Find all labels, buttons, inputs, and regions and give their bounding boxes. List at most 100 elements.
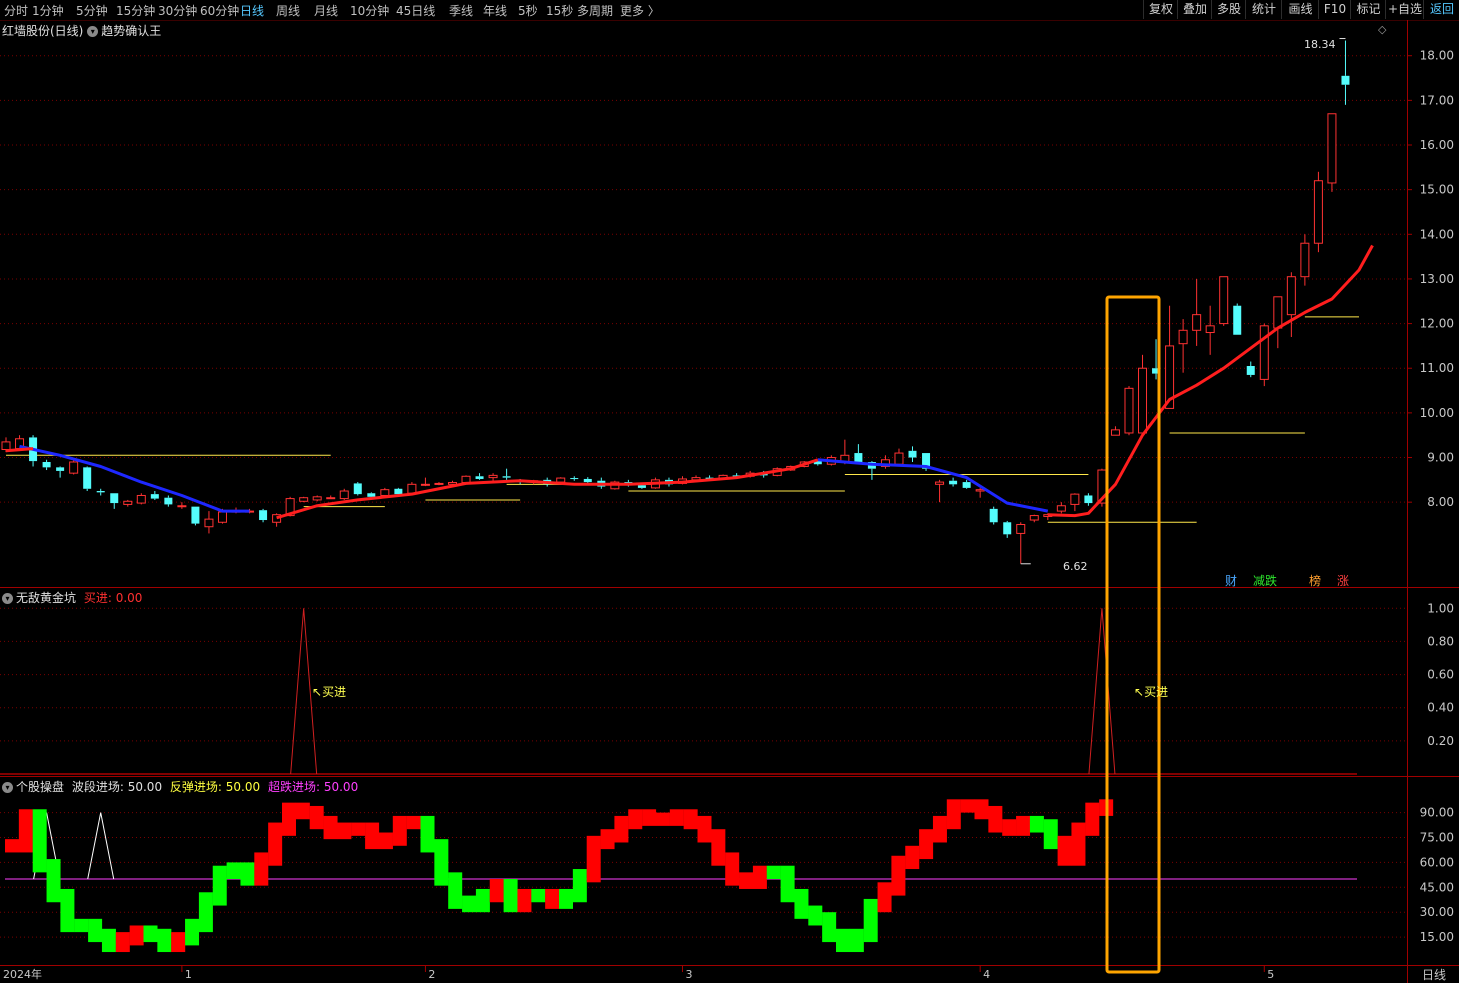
candle-body-up (1029, 515, 1039, 521)
toolbar-button[interactable]: 叠加 (1177, 0, 1212, 19)
candlesticks (1, 38, 1350, 565)
sub2-settings-icon[interactable]: ▾ (2, 782, 13, 793)
period-tab[interactable]: 月线 (314, 2, 338, 19)
period-tab[interactable]: 15分钟 (116, 2, 155, 19)
candle-body-up (312, 496, 322, 501)
candle-body-up (1124, 387, 1134, 434)
period-tab[interactable]: 45日线 (396, 2, 435, 19)
candle-body-up (1286, 276, 1296, 316)
toolbar-button[interactable]: 统计 (1245, 0, 1282, 19)
sub2-tick-label: 75.00 (1420, 831, 1454, 845)
candle-body-down (949, 480, 958, 485)
period-tab[interactable]: 5分钟 (76, 2, 108, 19)
tag-rank[interactable]: 榜 (1309, 572, 1321, 589)
oscillator-block (517, 888, 532, 913)
oscillator-block (655, 812, 670, 826)
toolbar-button[interactable]: 复权 (1143, 0, 1178, 19)
candle-body-down (854, 453, 863, 462)
price-tick-label: 10.00 (1420, 406, 1454, 420)
candle-body-up (136, 494, 146, 504)
oscillator-block (115, 932, 130, 953)
oscillator-block (420, 815, 435, 853)
sub2-tick-label: 15.00 (1420, 930, 1454, 944)
period-tab[interactable]: 10分钟 (350, 2, 389, 19)
period-tab[interactable]: 1分钟 (32, 2, 64, 19)
sub1-value: 0.00 (115, 591, 143, 605)
toolbar-button[interactable]: 多股 (1211, 0, 1246, 19)
sub1-settings-icon[interactable]: ▾ (2, 593, 13, 604)
indicator-name[interactable]: 趋势确认王 (101, 24, 161, 38)
period-label[interactable]: 日线 (1410, 966, 1458, 983)
price-tick-label: 11.00 (1420, 361, 1454, 375)
oscillator-block (295, 802, 310, 820)
sub2-name[interactable]: 个股操盘 (16, 780, 64, 794)
candle-body-up (975, 489, 985, 492)
oscillator-block (18, 809, 33, 853)
toolbar-button[interactable]: 标记 (1350, 0, 1386, 19)
candle-body-up (69, 461, 79, 474)
oscillator-block (268, 822, 283, 866)
period-tab[interactable]: 年线 (483, 2, 507, 19)
candle-body-up (123, 500, 133, 505)
buy-signal-label-2: ↖买进 (1134, 685, 1169, 699)
sub1-tick-label: 1.00 (1427, 601, 1454, 615)
oscillator-block (586, 835, 601, 883)
chart-grid (0, 20, 1459, 983)
candle-body-up (556, 477, 566, 483)
toolbar-button[interactable]: +自选 (1385, 0, 1424, 19)
period-tab[interactable]: 日线 (240, 2, 264, 19)
candle-body-down (502, 476, 511, 478)
period-tab[interactable]: 分时 (4, 2, 28, 19)
candle-body-down (353, 483, 362, 495)
period-tab[interactable]: 多周期 (577, 2, 613, 19)
sub1-tick-label: 0.60 (1427, 668, 1454, 682)
oscillator-block (919, 829, 934, 860)
oscillator-block (101, 928, 116, 953)
period-tab[interactable]: 15秒 (546, 2, 573, 19)
price-tick-label: 14.00 (1420, 227, 1454, 241)
sub1-name[interactable]: 无敌黄金坑 (16, 591, 76, 605)
sub2-item-value: 50.00 (127, 780, 163, 794)
buy-signal-text-1: 买进 (322, 685, 347, 699)
operation-oscillator (5, 799, 1357, 953)
toolbar-button[interactable]: F10 (1318, 0, 1351, 19)
buy-signal-label-1: ↖买进 (312, 685, 347, 699)
tag-finance[interactable]: 财 (1225, 572, 1237, 589)
toolbar-button[interactable]: 返回 (1423, 0, 1459, 19)
oscillator-block (572, 869, 587, 903)
oscillator-block (88, 918, 103, 943)
tag-reduce[interactable]: 减跌 (1253, 572, 1277, 589)
oscillator-block (946, 799, 961, 830)
oscillator-block (711, 829, 726, 866)
oscillator-block (822, 912, 837, 943)
oscillator-block (171, 932, 186, 953)
oscillator-block (406, 815, 421, 830)
indicator-settings-icon[interactable]: ▾ (87, 26, 99, 37)
oscillator-block (932, 815, 947, 843)
stock-title: 红墙股份(日线) (2, 24, 84, 38)
oscillator-block (351, 822, 366, 836)
period-tab[interactable]: 60分钟 (200, 2, 239, 19)
oscillator-block (683, 809, 698, 830)
sub1-value-label: 买进 (83, 591, 108, 605)
candle-body-up (339, 490, 349, 500)
candle-body-down (110, 493, 119, 504)
oscillator-block (323, 815, 338, 840)
oscillator-block (143, 925, 158, 943)
period-tab[interactable]: 更多 〉 (620, 2, 660, 19)
diamond-icon[interactable]: ◇ (1378, 23, 1386, 36)
sub2-header: ▾ 个股操盘 波段进场: 50.00 反弹进场: 50.00 超跌进场: 50.0… (2, 778, 358, 795)
buy-signal-peak (1088, 608, 1116, 775)
candle-body-down (259, 510, 268, 521)
oscillator-block (1029, 815, 1044, 833)
candle-body-up (1313, 180, 1323, 244)
toolbar-button[interactable]: 画线 (1281, 0, 1319, 19)
tag-rise[interactable]: 涨 (1337, 572, 1349, 589)
period-tab[interactable]: 5秒 (518, 2, 538, 19)
oscillator-block (600, 829, 615, 850)
oscillator-block (365, 822, 380, 850)
candle-body-down (583, 478, 592, 483)
period-tab[interactable]: 季线 (449, 2, 473, 19)
period-tab[interactable]: 周线 (276, 2, 300, 19)
period-tab[interactable]: 30分钟 (158, 2, 197, 19)
